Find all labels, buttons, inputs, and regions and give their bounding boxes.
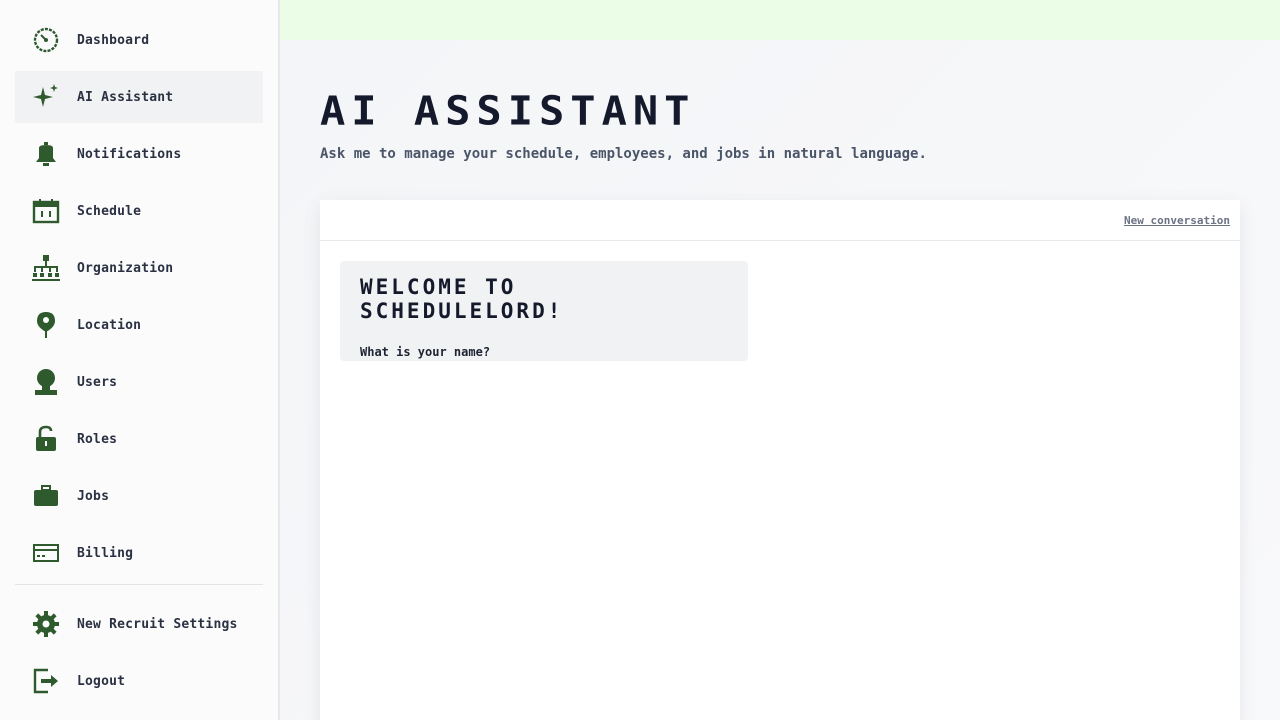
sidebar-divider [15, 584, 263, 585]
sidebar-item-label: New Recruit Settings [77, 616, 238, 632]
page-title: AI Assistant [320, 87, 696, 134]
briefcase-icon [31, 481, 61, 511]
sidebar-item-organization[interactable]: Organization [15, 242, 263, 294]
sidebar-item-ai-assistant[interactable]: AI Assistant [15, 71, 263, 123]
sidebar-item-label: AI Assistant [77, 89, 174, 105]
sidebar: Dashboard AI Assistant Notifications Sch… [0, 0, 280, 720]
sidebar-item-billing[interactable]: Billing [15, 527, 263, 579]
sidebar-item-schedule[interactable]: Schedule [15, 185, 263, 237]
new-conversation-link[interactable]: New conversation [1124, 214, 1230, 227]
sidebar-item-logout[interactable]: Logout [15, 655, 263, 707]
sidebar-item-label: Location [77, 317, 142, 333]
sidebar-item-label: Roles [77, 431, 118, 447]
sidebar-item-location[interactable]: Location [15, 299, 263, 351]
map-pin-icon [31, 310, 61, 340]
user-icon [31, 367, 61, 397]
dashboard-icon [31, 25, 61, 55]
sidebar-item-users[interactable]: Users [15, 356, 263, 408]
calendar-icon [31, 196, 61, 226]
chat-header: New conversation [320, 200, 1240, 241]
sparkle-icon [31, 82, 61, 112]
sidebar-item-label: Users [77, 374, 118, 390]
sidebar-item-label: Dashboard [77, 32, 150, 48]
sidebar-item-label: Notifications [77, 146, 182, 162]
lock-icon [31, 424, 61, 454]
sidebar-item-label: Billing [77, 545, 134, 561]
message-body: What is your name? [360, 345, 491, 359]
sidebar-item-label: Organization [77, 260, 174, 276]
main-content: AI Assistant Ask me to manage your sched… [280, 40, 1280, 720]
sidebar-item-notifications[interactable]: Notifications [15, 128, 263, 180]
sidebar-item-jobs[interactable]: Jobs [15, 470, 263, 522]
assistant-message: Welcome to Schedulelord! What is your na… [340, 261, 748, 361]
sidebar-item-label: Schedule [77, 203, 142, 219]
bell-icon [31, 139, 61, 169]
org-chart-icon [31, 253, 61, 283]
sidebar-item-new-recruit-settings[interactable]: New Recruit Settings [15, 598, 263, 650]
sidebar-item-label: Jobs [77, 488, 110, 504]
sidebar-item-label: Logout [77, 673, 126, 689]
sidebar-item-dashboard[interactable]: Dashboard [15, 14, 263, 66]
top-banner [280, 0, 1280, 40]
message-heading: Welcome to Schedulelord! [360, 275, 564, 323]
gear-icon [31, 609, 61, 639]
page-subtitle: Ask me to manage your schedule, employee… [320, 146, 927, 162]
chat-panel: New conversation Welcome to Schedulelord… [320, 200, 1240, 720]
credit-card-icon [31, 538, 61, 568]
sidebar-item-roles[interactable]: Roles [15, 413, 263, 465]
logout-icon [31, 666, 61, 696]
